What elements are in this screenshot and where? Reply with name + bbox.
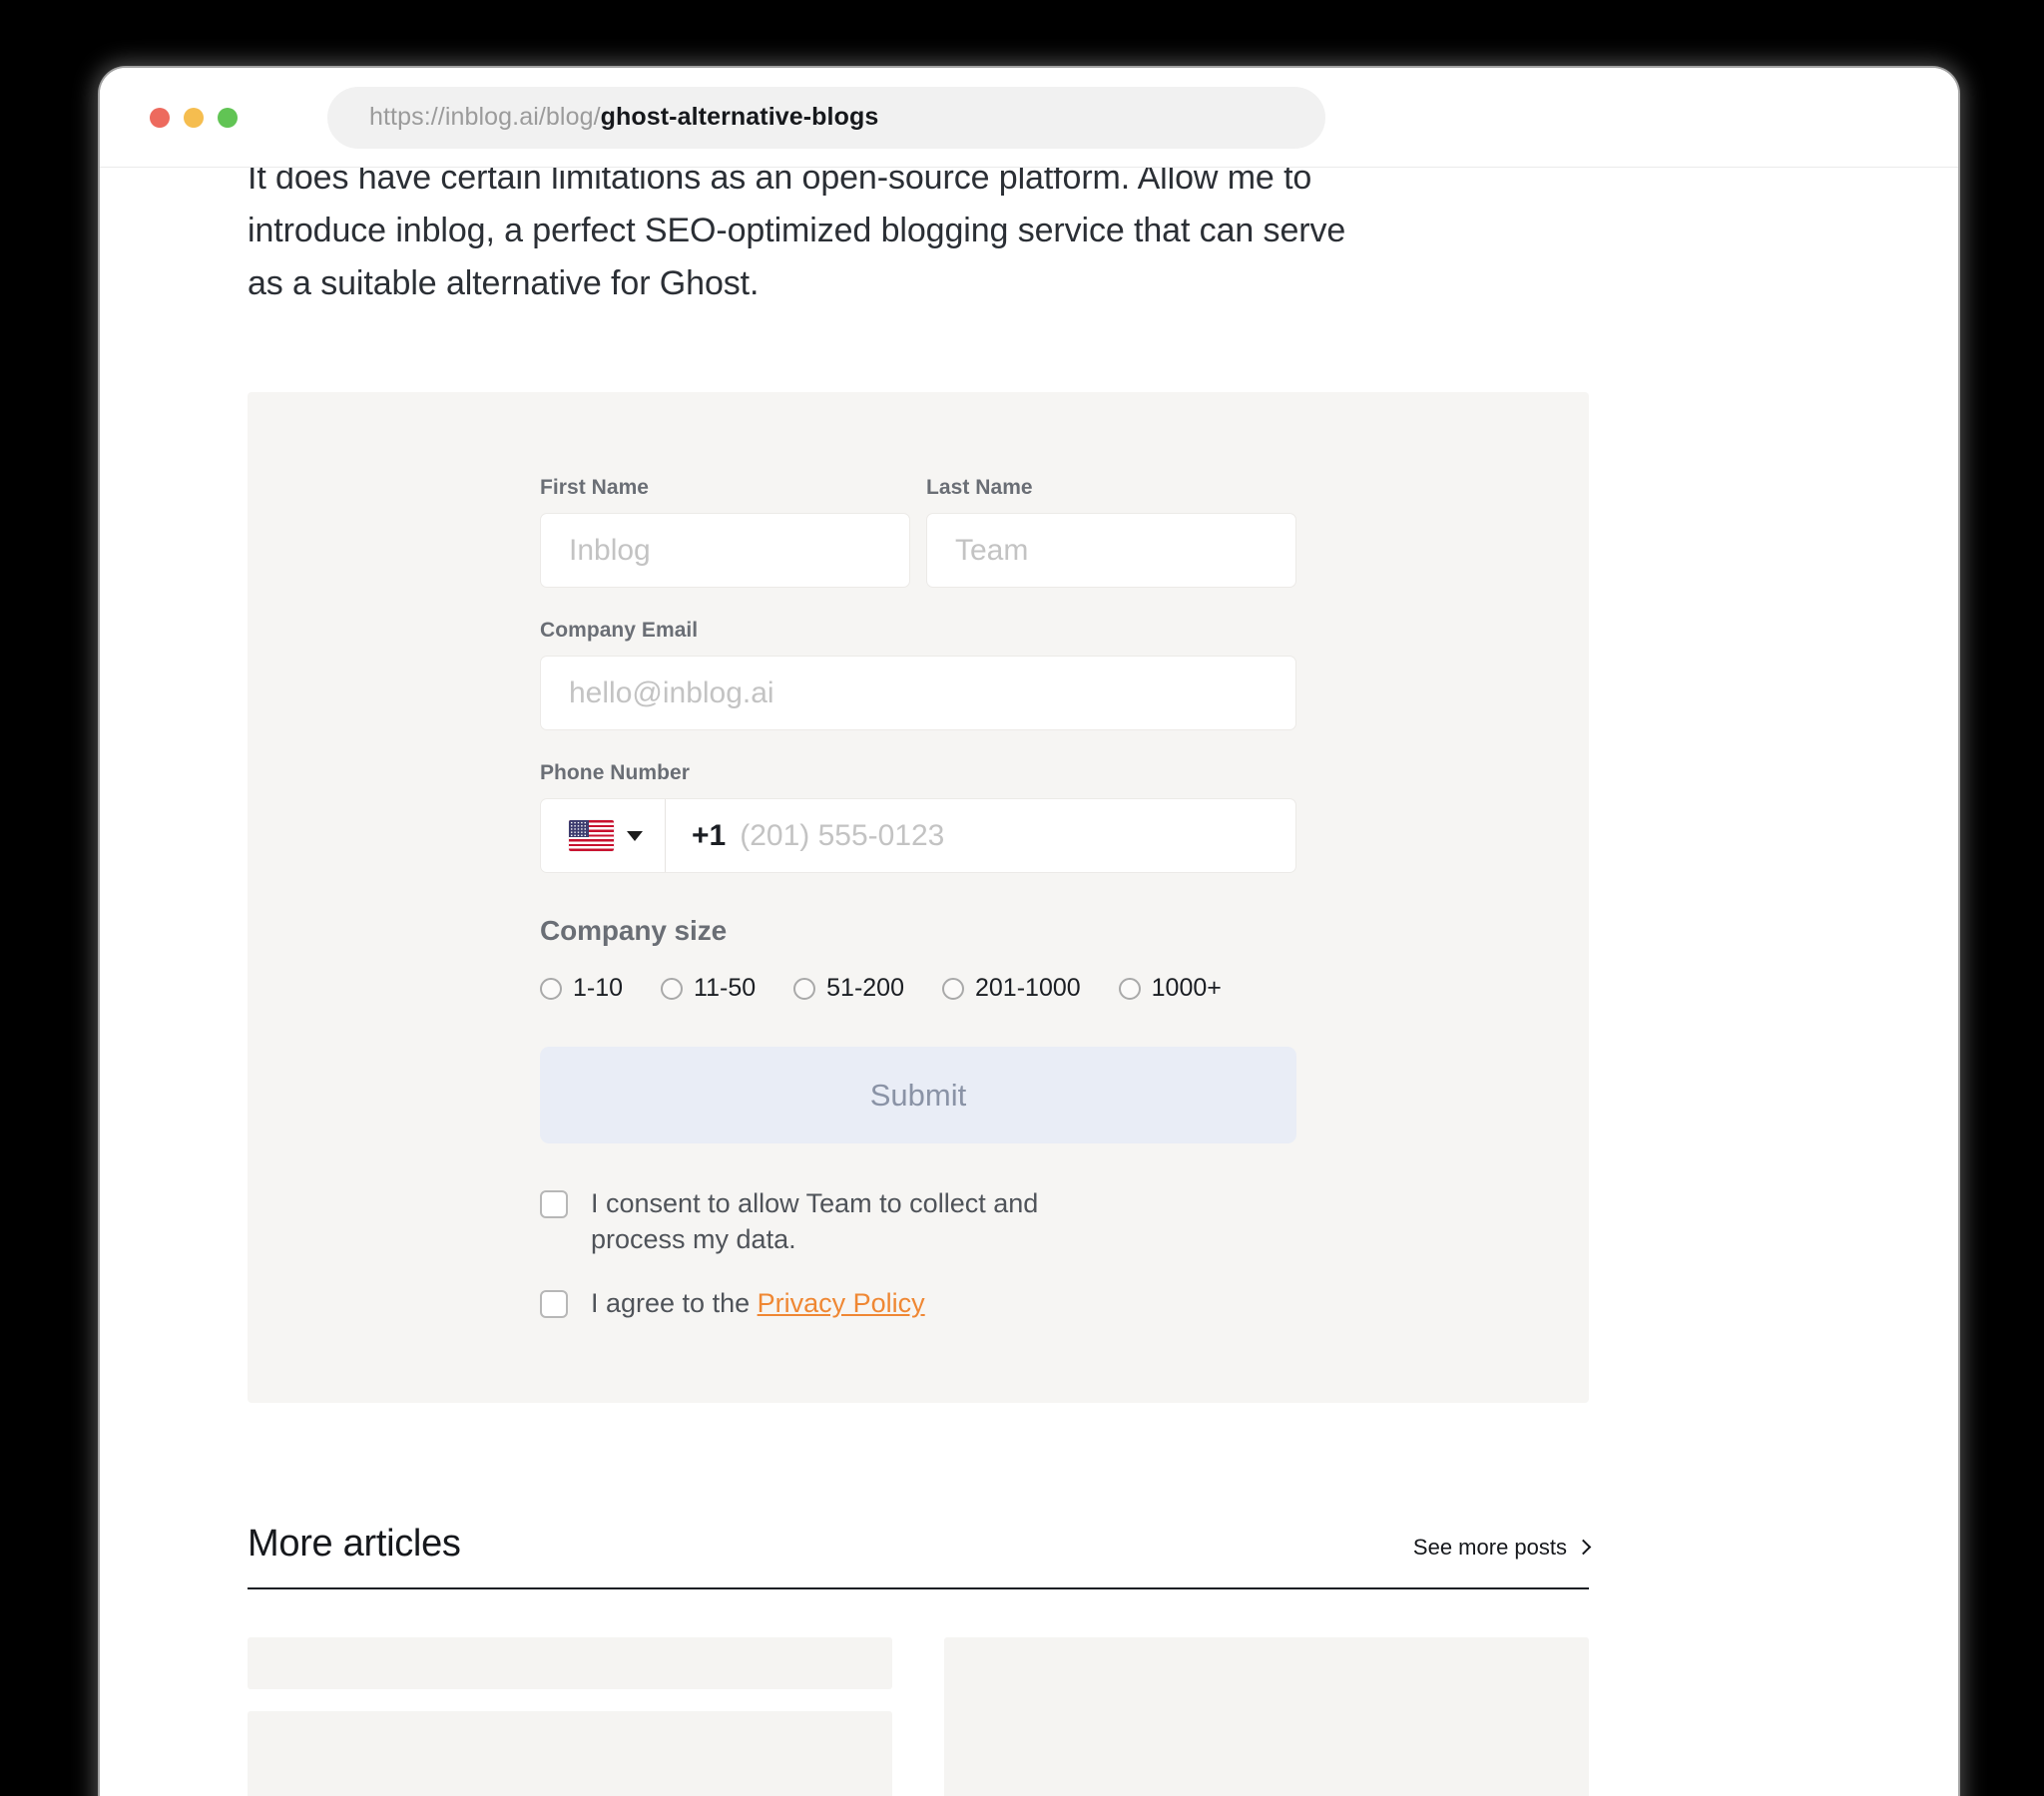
minimize-window-button[interactable] bbox=[184, 107, 204, 128]
radio-icon[interactable] bbox=[1118, 977, 1141, 1000]
privacy-consent-row[interactable]: I agree to the Privacy Policy bbox=[540, 1285, 1296, 1321]
browser-window: https://inblog.ai/blog/ghost-alternative… bbox=[100, 68, 1958, 1796]
last-name-label: Last Name bbox=[926, 476, 1033, 499]
company-email-field-group: Company Email bbox=[540, 619, 1296, 730]
chevron-down-icon bbox=[627, 830, 643, 841]
first-name-input[interactable] bbox=[540, 513, 910, 588]
country-code-select[interactable] bbox=[541, 799, 666, 872]
address-bar[interactable]: https://inblog.ai/blog/ghost-alternative… bbox=[327, 86, 1325, 149]
more-articles-section: More articles See more posts bbox=[248, 1523, 1592, 1796]
see-more-posts-link[interactable]: See more posts bbox=[1412, 1535, 1592, 1566]
url-base: https://inblog.ai/blog/ bbox=[369, 103, 601, 131]
lead-capture-form: First Name Last Name Company Email bbox=[248, 392, 1589, 1403]
browser-titlebar: https://inblog.ai/blog/ghost-alternative… bbox=[100, 68, 1958, 168]
company-email-input[interactable] bbox=[540, 656, 1296, 730]
intro-line-3: as a suitable alternative for Ghost. bbox=[248, 264, 760, 302]
article-card-skeleton[interactable] bbox=[944, 1637, 1589, 1796]
maximize-window-button[interactable] bbox=[218, 107, 238, 128]
data-consent-row[interactable]: I consent to allow Team to collect and p… bbox=[540, 1185, 1296, 1257]
company-size-option-label: 1000+ bbox=[1151, 974, 1222, 1002]
company-size-option-1000-plus[interactable]: 1000+ bbox=[1118, 974, 1222, 1003]
radio-icon[interactable] bbox=[661, 977, 684, 1000]
consent-checkbox-group: I consent to allow Team to collect and p… bbox=[540, 1185, 1296, 1321]
window-controls bbox=[150, 107, 238, 128]
page-viewport[interactable]: It does have certain limitations as an o… bbox=[100, 168, 1958, 1796]
submit-button[interactable]: Submit bbox=[540, 1047, 1296, 1143]
phone-field-group: Phone Number +1 bbox=[540, 761, 1296, 873]
us-flag-icon bbox=[569, 820, 614, 851]
company-email-label: Company Email bbox=[540, 619, 699, 642]
name-row: First Name Last Name bbox=[540, 476, 1296, 588]
company-size-label: Company size bbox=[540, 915, 728, 946]
skeleton-block bbox=[944, 1637, 1589, 1796]
phone-number-label: Phone Number bbox=[540, 761, 690, 784]
company-size-option-11-50[interactable]: 11-50 bbox=[661, 974, 756, 1003]
article-card-skeleton[interactable] bbox=[248, 1637, 892, 1796]
more-articles-title: More articles bbox=[248, 1523, 461, 1565]
last-name-input[interactable] bbox=[926, 513, 1296, 588]
article-cards-grid bbox=[248, 1637, 1589, 1796]
radio-icon[interactable] bbox=[793, 977, 816, 1000]
company-size-option-label: 1-10 bbox=[573, 974, 624, 1002]
article-intro: It does have certain limitations as an o… bbox=[248, 168, 1505, 310]
dial-code: +1 bbox=[692, 818, 727, 852]
privacy-policy-link[interactable]: Privacy Policy bbox=[758, 1288, 925, 1318]
company-size-option-label: 201-1000 bbox=[975, 974, 1081, 1002]
screenshot-root: https://inblog.ai/blog/ghost-alternative… bbox=[0, 0, 2044, 1796]
radio-icon[interactable] bbox=[540, 977, 562, 1000]
last-name-field-group: Last Name bbox=[926, 476, 1296, 588]
chevron-right-icon bbox=[1575, 1539, 1592, 1555]
company-size-option-1-10[interactable]: 1-10 bbox=[540, 974, 623, 1003]
close-window-button[interactable] bbox=[150, 107, 170, 128]
intro-line-1: It does have certain limitations as an o… bbox=[248, 168, 1312, 197]
radio-icon[interactable] bbox=[942, 977, 964, 1000]
phone-input-wrapper: +1 bbox=[540, 798, 1296, 873]
first-name-label: First Name bbox=[540, 476, 650, 499]
skeleton-line bbox=[248, 1637, 892, 1689]
privacy-consent-label: I agree to the Privacy Policy bbox=[591, 1285, 925, 1321]
data-consent-label: I consent to allow Team to collect and p… bbox=[591, 1188, 1039, 1254]
company-size-option-label: 51-200 bbox=[826, 974, 904, 1002]
data-consent-checkbox[interactable] bbox=[540, 1190, 568, 1218]
company-size-option-label: 11-50 bbox=[694, 974, 757, 1002]
privacy-consent-checkbox[interactable] bbox=[540, 1290, 568, 1318]
company-size-group: Company size 1-10 11-50 51-200 201-1000 … bbox=[540, 915, 1296, 1003]
privacy-consent-text: I agree to the bbox=[591, 1288, 758, 1318]
skeleton-line bbox=[248, 1711, 892, 1796]
intro-line-2: introduce inblog, a perfect SEO-optimize… bbox=[248, 212, 1346, 249]
see-more-posts-label: See more posts bbox=[1412, 1535, 1567, 1560]
first-name-field-group: First Name bbox=[540, 476, 910, 588]
company-size-options: 1-10 11-50 51-200 201-1000 1000+ bbox=[540, 974, 1296, 1003]
url-slug: ghost-alternative-blogs bbox=[600, 103, 879, 131]
company-size-option-51-200[interactable]: 51-200 bbox=[793, 974, 904, 1003]
phone-number-input[interactable] bbox=[726, 799, 1295, 872]
more-articles-header: More articles See more posts bbox=[248, 1523, 1592, 1589]
company-size-option-201-1000[interactable]: 201-1000 bbox=[942, 974, 1081, 1003]
